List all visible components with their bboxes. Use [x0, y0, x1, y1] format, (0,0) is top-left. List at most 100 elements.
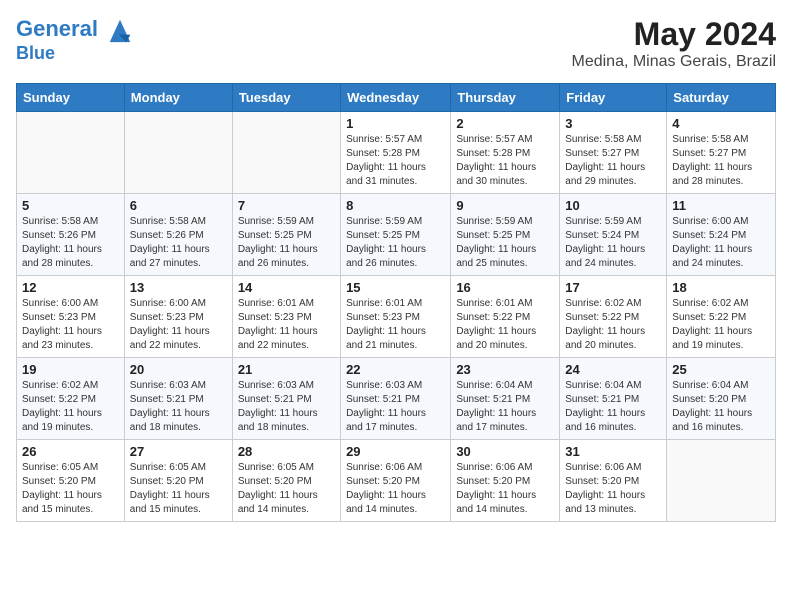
- month-year: May 2024: [571, 16, 776, 53]
- day-info: Sunrise: 5:58 AM Sunset: 5:27 PM Dayligh…: [672, 133, 770, 189]
- location: Medina, Minas Gerais, Brazil: [571, 53, 776, 71]
- calendar-cell: [124, 112, 232, 194]
- week-row-1: 1 Sunrise: 5:57 AM Sunset: 5:28 PM Daylig…: [17, 112, 776, 194]
- day-number: 6: [130, 198, 227, 213]
- day-number: 17: [565, 280, 661, 295]
- title-area: May 2024 Medina, Minas Gerais, Brazil: [571, 16, 776, 71]
- day-info: Sunrise: 5:58 AM Sunset: 5:26 PM Dayligh…: [22, 215, 119, 271]
- day-info: Sunrise: 6:00 AM Sunset: 5:23 PM Dayligh…: [130, 297, 227, 353]
- calendar-cell: 28 Sunrise: 6:05 AM Sunset: 5:20 PM Dayli…: [232, 440, 340, 522]
- day-info: Sunrise: 6:02 AM Sunset: 5:22 PM Dayligh…: [565, 297, 661, 353]
- page-header: General Blue May 2024 Medina, Minas Gera…: [16, 16, 776, 71]
- day-header-wednesday: Wednesday: [341, 84, 451, 112]
- day-number: 27: [130, 444, 227, 459]
- calendar-cell: [667, 440, 776, 522]
- calendar-cell: [232, 112, 340, 194]
- week-row-2: 5 Sunrise: 5:58 AM Sunset: 5:26 PM Daylig…: [17, 194, 776, 276]
- day-number: 28: [238, 444, 335, 459]
- day-number: 11: [672, 198, 770, 213]
- day-number: 23: [456, 362, 554, 377]
- day-info: Sunrise: 6:04 AM Sunset: 5:20 PM Dayligh…: [672, 379, 770, 435]
- day-number: 18: [672, 280, 770, 295]
- day-info: Sunrise: 5:57 AM Sunset: 5:28 PM Dayligh…: [456, 133, 554, 189]
- logo-icon: [106, 16, 134, 44]
- day-number: 10: [565, 198, 661, 213]
- calendar-cell: 26 Sunrise: 6:05 AM Sunset: 5:20 PM Dayli…: [17, 440, 125, 522]
- day-info: Sunrise: 5:58 AM Sunset: 5:27 PM Dayligh…: [565, 133, 661, 189]
- day-info: Sunrise: 6:05 AM Sunset: 5:20 PM Dayligh…: [22, 461, 119, 517]
- day-number: 19: [22, 362, 119, 377]
- logo-text: General: [16, 16, 134, 44]
- calendar-cell: 22Sunrise: 6:03 AM Sunset: 5:21 PM Dayli…: [341, 358, 451, 440]
- calendar-cell: 9 Sunrise: 5:59 AM Sunset: 5:25 PM Daylig…: [451, 194, 560, 276]
- calendar-cell: 30 Sunrise: 6:06 AM Sunset: 5:20 PM Dayli…: [451, 440, 560, 522]
- day-header-friday: Friday: [560, 84, 667, 112]
- calendar-cell: 25 Sunrise: 6:04 AM Sunset: 5:20 PM Dayli…: [667, 358, 776, 440]
- day-info: Sunrise: 5:59 AM Sunset: 5:25 PM Dayligh…: [456, 215, 554, 271]
- calendar-cell: 18 Sunrise: 6:02 AM Sunset: 5:22 PM Dayli…: [667, 276, 776, 358]
- day-number: 25: [672, 362, 770, 377]
- day-number: 2: [456, 116, 554, 131]
- day-number: 30: [456, 444, 554, 459]
- calendar-cell: 24 Sunrise: 6:04 AM Sunset: 5:21 PM Dayli…: [560, 358, 667, 440]
- day-info: Sunrise: 6:05 AM Sunset: 5:20 PM Dayligh…: [238, 461, 335, 517]
- day-info: Sunrise: 6:06 AM Sunset: 5:20 PM Dayligh…: [456, 461, 554, 517]
- calendar-cell: 20Sunrise: 6:03 AM Sunset: 5:21 PM Dayli…: [124, 358, 232, 440]
- calendar-cell: 10 Sunrise: 5:59 AM Sunset: 5:24 PM Dayli…: [560, 194, 667, 276]
- day-info: Sunrise: 5:59 AM Sunset: 5:24 PM Dayligh…: [565, 215, 661, 271]
- day-info: Sunrise: 5:59 AM Sunset: 5:25 PM Dayligh…: [346, 215, 445, 271]
- calendar-table: SundayMondayTuesdayWednesdayThursdayFrid…: [16, 83, 776, 522]
- calendar-cell: 6 Sunrise: 5:58 AM Sunset: 5:26 PM Daylig…: [124, 194, 232, 276]
- calendar-cell: 15Sunrise: 6:01 AM Sunset: 5:23 PM Dayli…: [341, 276, 451, 358]
- day-number: 1: [346, 116, 445, 131]
- day-header-tuesday: Tuesday: [232, 84, 340, 112]
- day-info: Sunrise: 6:02 AM Sunset: 5:22 PM Dayligh…: [672, 297, 770, 353]
- calendar-cell: 4Sunrise: 5:58 AM Sunset: 5:27 PM Daylig…: [667, 112, 776, 194]
- week-row-5: 26 Sunrise: 6:05 AM Sunset: 5:20 PM Dayli…: [17, 440, 776, 522]
- day-number: 13: [130, 280, 227, 295]
- calendar-cell: 8 Sunrise: 5:59 AM Sunset: 5:25 PM Daylig…: [341, 194, 451, 276]
- calendar-cell: 1 Sunrise: 5:57 AM Sunset: 5:28 PM Daylig…: [341, 112, 451, 194]
- day-info: Sunrise: 6:00 AM Sunset: 5:23 PM Dayligh…: [22, 297, 119, 353]
- day-number: 9: [456, 198, 554, 213]
- day-header-monday: Monday: [124, 84, 232, 112]
- day-number: 15: [346, 280, 445, 295]
- day-info: Sunrise: 6:01 AM Sunset: 5:22 PM Dayligh…: [456, 297, 554, 353]
- day-number: 24: [565, 362, 661, 377]
- day-number: 26: [22, 444, 119, 459]
- day-number: 31: [565, 444, 661, 459]
- day-number: 21: [238, 362, 335, 377]
- day-info: Sunrise: 6:04 AM Sunset: 5:21 PM Dayligh…: [565, 379, 661, 435]
- day-number: 8: [346, 198, 445, 213]
- calendar-cell: 19 Sunrise: 6:02 AM Sunset: 5:22 PM Dayli…: [17, 358, 125, 440]
- day-info: Sunrise: 6:00 AM Sunset: 5:24 PM Dayligh…: [672, 215, 770, 271]
- day-number: 29: [346, 444, 445, 459]
- calendar-cell: 16Sunrise: 6:01 AM Sunset: 5:22 PM Dayli…: [451, 276, 560, 358]
- week-row-4: 19 Sunrise: 6:02 AM Sunset: 5:22 PM Dayli…: [17, 358, 776, 440]
- day-info: Sunrise: 5:58 AM Sunset: 5:26 PM Dayligh…: [130, 215, 227, 271]
- calendar-cell: 29Sunrise: 6:06 AM Sunset: 5:20 PM Dayli…: [341, 440, 451, 522]
- day-number: 22: [346, 362, 445, 377]
- calendar-cell: 23 Sunrise: 6:04 AM Sunset: 5:21 PM Dayli…: [451, 358, 560, 440]
- day-info: Sunrise: 6:02 AM Sunset: 5:22 PM Dayligh…: [22, 379, 119, 435]
- day-info: Sunrise: 5:57 AM Sunset: 5:28 PM Dayligh…: [346, 133, 445, 189]
- day-number: 12: [22, 280, 119, 295]
- day-header-saturday: Saturday: [667, 84, 776, 112]
- calendar-cell: 11 Sunrise: 6:00 AM Sunset: 5:24 PM Dayli…: [667, 194, 776, 276]
- calendar-cell: 7Sunrise: 5:59 AM Sunset: 5:25 PM Daylig…: [232, 194, 340, 276]
- day-number: 5: [22, 198, 119, 213]
- day-header-thursday: Thursday: [451, 84, 560, 112]
- calendar-cell: 12 Sunrise: 6:00 AM Sunset: 5:23 PM Dayli…: [17, 276, 125, 358]
- day-info: Sunrise: 6:04 AM Sunset: 5:21 PM Dayligh…: [456, 379, 554, 435]
- day-info: Sunrise: 6:01 AM Sunset: 5:23 PM Dayligh…: [238, 297, 335, 353]
- day-info: Sunrise: 6:03 AM Sunset: 5:21 PM Dayligh…: [238, 379, 335, 435]
- day-number: 3: [565, 116, 661, 131]
- day-number: 20: [130, 362, 227, 377]
- logo-blue-text: Blue: [16, 44, 134, 64]
- calendar-cell: 21 Sunrise: 6:03 AM Sunset: 5:21 PM Dayli…: [232, 358, 340, 440]
- calendar-cell: 17 Sunrise: 6:02 AM Sunset: 5:22 PM Dayli…: [560, 276, 667, 358]
- calendar-cell: [17, 112, 125, 194]
- calendar-cell: 5 Sunrise: 5:58 AM Sunset: 5:26 PM Daylig…: [17, 194, 125, 276]
- calendar-cell: 13 Sunrise: 6:00 AM Sunset: 5:23 PM Dayli…: [124, 276, 232, 358]
- logo: General Blue: [16, 16, 134, 64]
